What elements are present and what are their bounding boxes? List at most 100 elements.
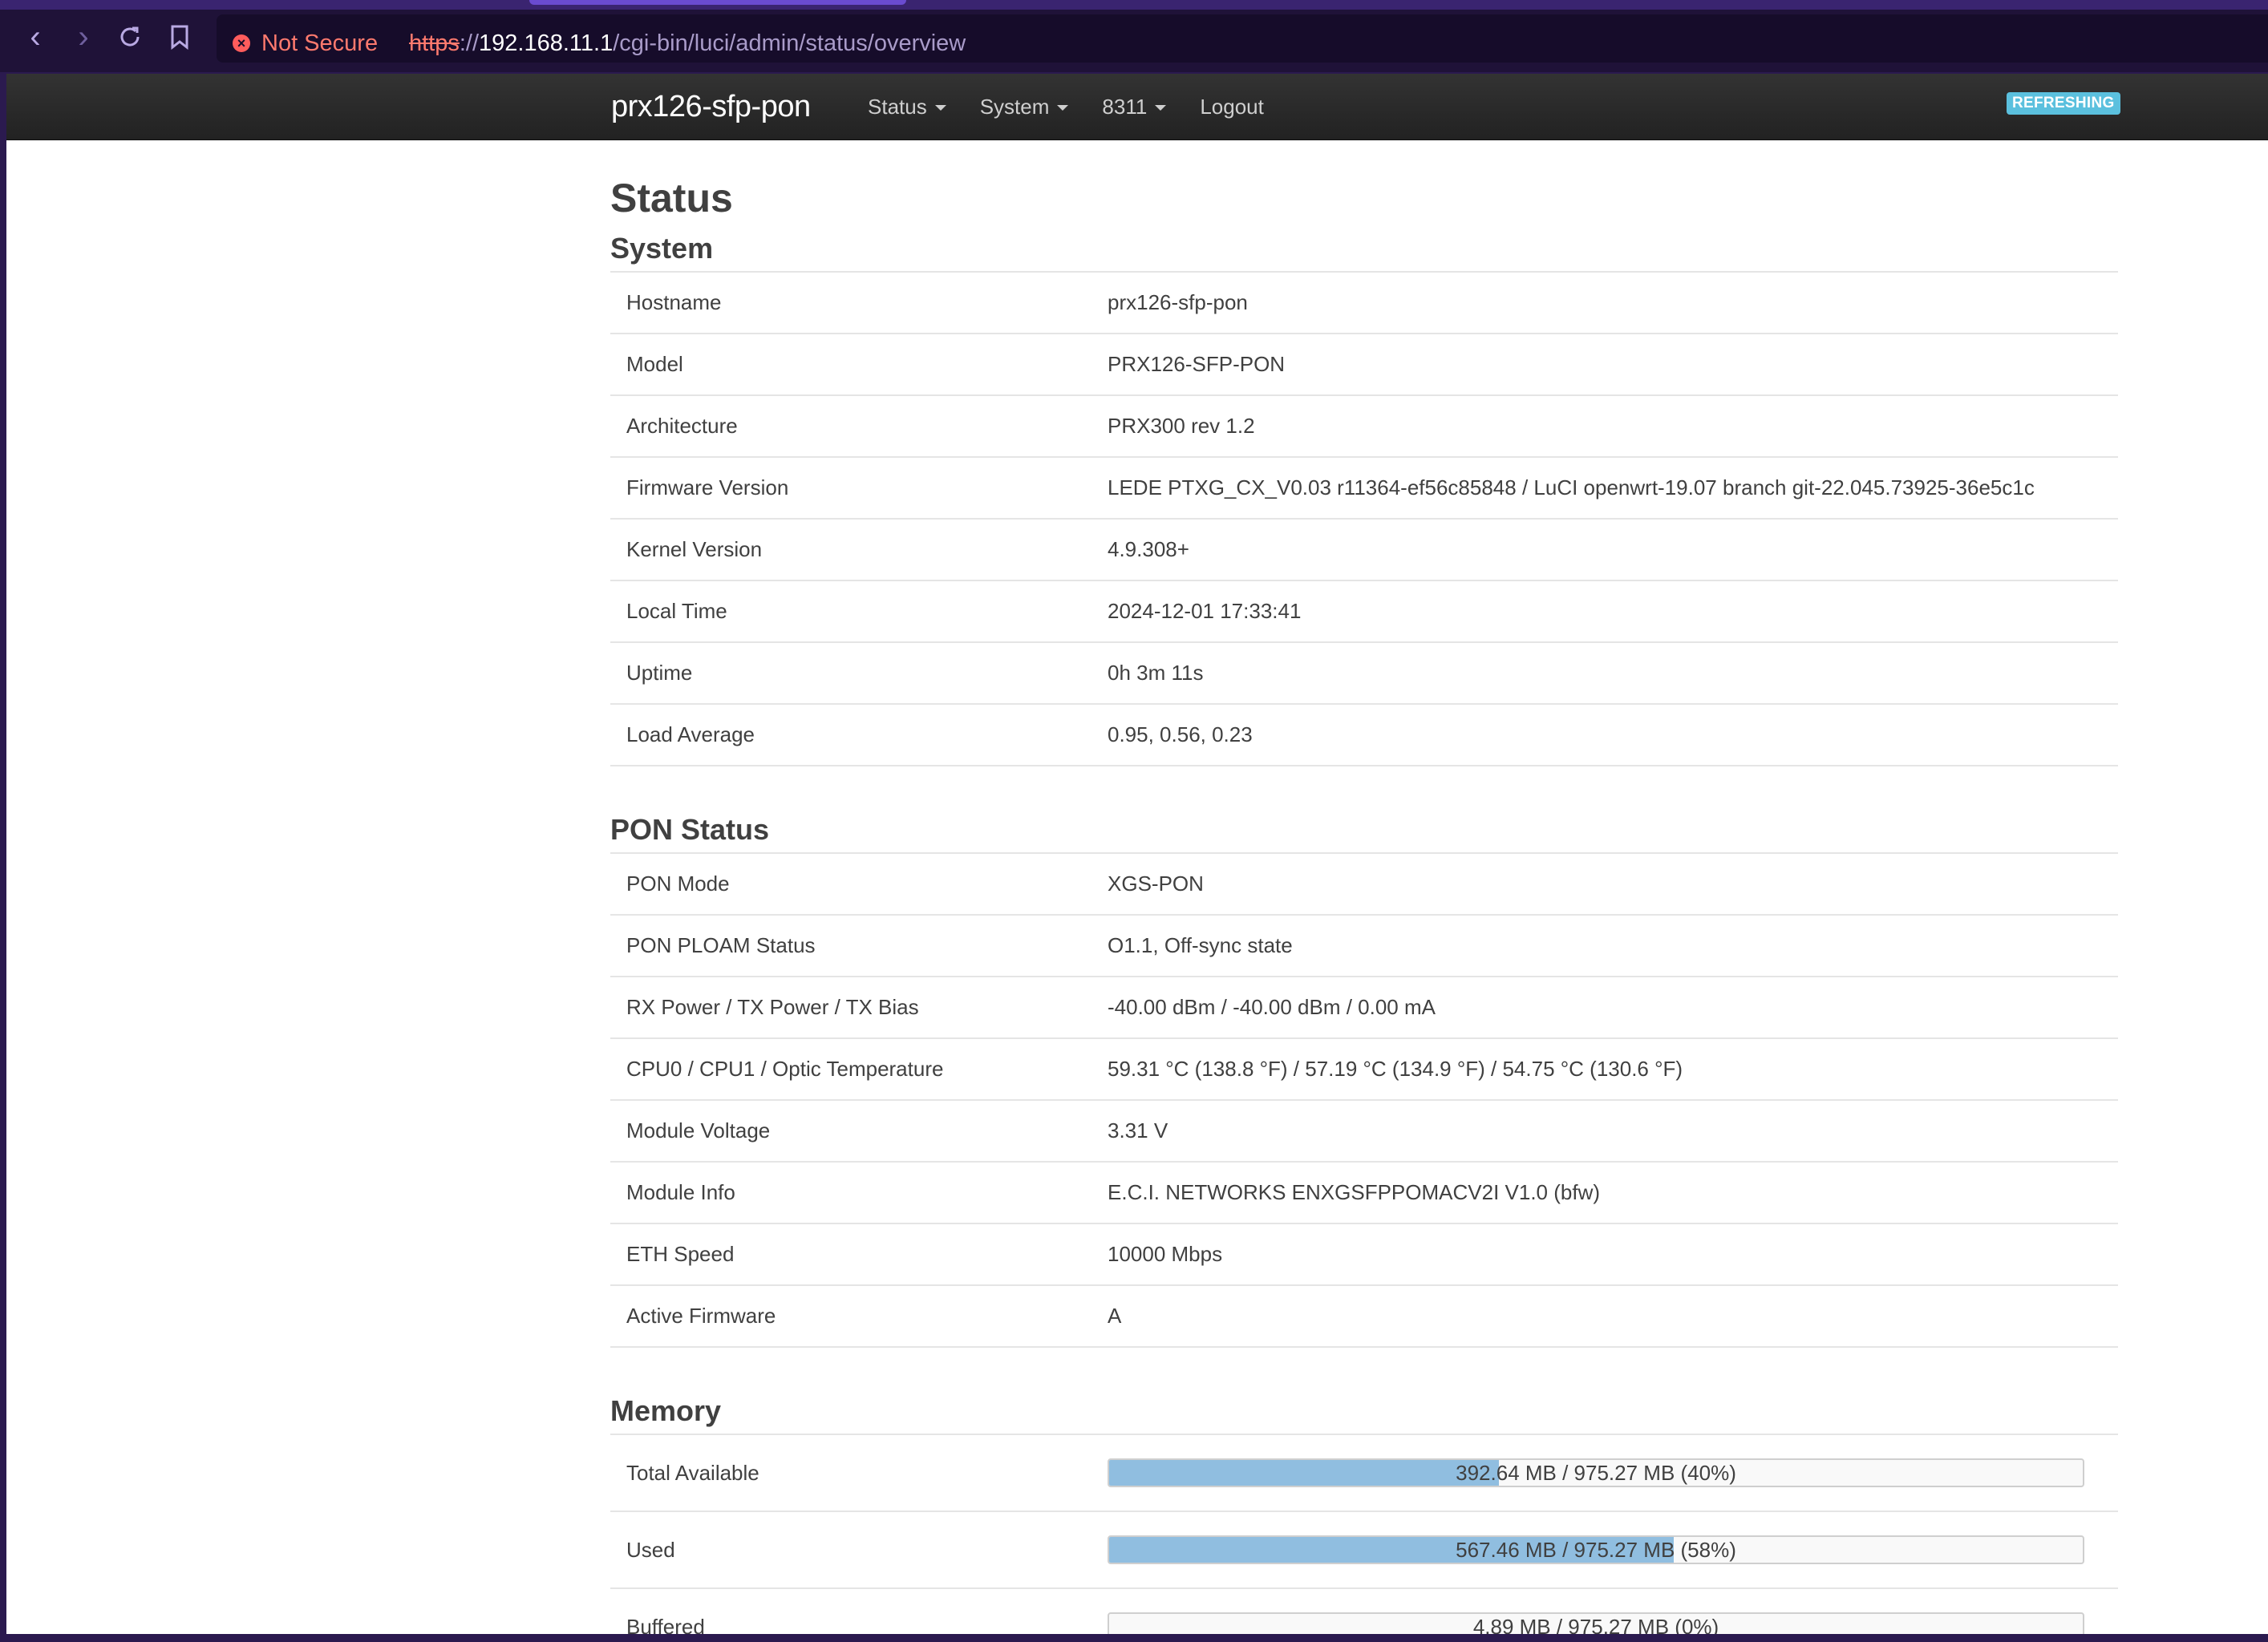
active-tab-indicator[interactable]	[529, 0, 906, 5]
row-value: O1.1, Off-sync state	[1108, 933, 1293, 957]
table-row: PON Mode XGS-PON	[610, 854, 2118, 916]
url-text[interactable]: https://192.168.11.1/cgi-bin/luci/admin/…	[409, 27, 966, 59]
pon-table: PON Mode XGS-PON PON PLOAM Status O1.1, Off…	[610, 854, 2118, 1348]
row-key: Uptime	[626, 661, 693, 685]
menu-status-label: Status	[868, 94, 927, 119]
window-bottom-edge	[0, 1634, 2268, 1642]
row-key: CPU0 / CPU1 / Optic Temperature	[626, 1057, 944, 1081]
table-row: Module Info E.C.I. NETWORKS ENXGSFPPOMACV…	[610, 1163, 2118, 1224]
row-key: Total Available	[626, 1460, 759, 1485]
row-value: 0.95, 0.56, 0.23	[1108, 722, 1253, 746]
menu-8311-label: 8311	[1102, 94, 1148, 119]
table-row: Architecture PRX300 rev 1.2	[610, 396, 2118, 458]
row-key: Architecture	[626, 414, 738, 438]
table-row: Module Voltage 3.31 V	[610, 1101, 2118, 1163]
row-value: 59.31 °C (138.8 °F) / 57.19 °C (134.9 °F…	[1108, 1057, 1683, 1081]
table-row: Active Firmware A	[610, 1286, 2118, 1348]
table-row: PON PLOAM Status O1.1, Off-sync state	[610, 916, 2118, 977]
table-row: Model PRX126-SFP-PON	[610, 334, 2118, 396]
luci-navbar: prx126-sfp-pon Status System 8311 Logout…	[6, 74, 2268, 140]
row-key: Local Time	[626, 599, 727, 623]
row-value: 567.46 MB / 975.27 MB (58%)	[1108, 1535, 2118, 1564]
row-key: Hostname	[626, 290, 722, 314]
refreshing-badge[interactable]: REFRESHING	[2007, 92, 2120, 115]
row-key: PON PLOAM Status	[626, 933, 816, 957]
back-icon[interactable]: ‹	[18, 19, 53, 55]
table-row: Local Time 2024-12-01 17:33:41	[610, 581, 2118, 643]
table-row: Kernel Version 4.9.308+	[610, 520, 2118, 581]
main-content: Status System Hostname prx126-sfp-pon Mode…	[610, 170, 2118, 1634]
table-row: Load Average 0.95, 0.56, 0.23	[610, 705, 2118, 766]
row-key: ETH Speed	[626, 1242, 735, 1266]
row-key: Buffered	[626, 1614, 705, 1635]
row-value: 4.9.308+	[1108, 537, 1189, 561]
reload-icon[interactable]	[112, 19, 148, 55]
table-row: Uptime 0h 3m 11s	[610, 643, 2118, 705]
row-value: PRX126-SFP-PON	[1108, 352, 1286, 376]
row-key: Module Info	[626, 1180, 735, 1204]
url-path: /cgi-bin/luci/admin/status/overview	[613, 30, 966, 56]
memory-section: Memory Total Available 392.64 MB / 975.27…	[610, 1389, 2118, 1634]
memory-progress-text: 392.64 MB / 975.27 MB (40%)	[1456, 1461, 1736, 1485]
row-key: Used	[626, 1537, 675, 1562]
memory-progress-bar: 4.89 MB / 975.27 MB (0%)	[1108, 1612, 2084, 1634]
memory-section-title: Memory	[610, 1389, 2118, 1435]
memory-progress-bar: 392.64 MB / 975.27 MB (40%)	[1108, 1458, 2084, 1487]
row-key: RX Power / TX Power / TX Bias	[626, 995, 919, 1019]
warning-icon: ×	[233, 34, 250, 52]
row-key: PON Mode	[626, 872, 730, 896]
memory-progress-bar: 567.46 MB / 975.27 MB (58%)	[1108, 1535, 2084, 1564]
row-key: Model	[626, 352, 683, 376]
table-row: CPU0 / CPU1 / Optic Temperature 59.31 °C …	[610, 1039, 2118, 1101]
row-value: -40.00 dBm / -40.00 dBm / 0.00 mA	[1108, 995, 1436, 1019]
row-key: Active Firmware	[626, 1304, 776, 1328]
table-row: Total Available 392.64 MB / 975.27 MB (40…	[610, 1435, 2118, 1512]
menu-logout[interactable]: Logout	[1200, 95, 1264, 119]
menu-logout-label: Logout	[1200, 94, 1264, 119]
menu-8311[interactable]: 8311	[1102, 94, 1167, 119]
menu-status[interactable]: Status	[868, 95, 946, 119]
table-row: ETH Speed 10000 Mbps	[610, 1224, 2118, 1286]
pon-section: PON Status PON Mode XGS-PON PON PLOAM Stat…	[610, 807, 2118, 1348]
page-title: Status	[610, 176, 733, 220]
row-value: E.C.I. NETWORKS ENXGSFPPOMACV2I V1.0 (bf…	[1108, 1180, 1601, 1204]
row-value: PRX300 rev 1.2	[1108, 414, 1255, 438]
system-section-title: System	[610, 226, 2118, 273]
row-value: prx126-sfp-pon	[1108, 290, 1248, 314]
chevron-down-icon	[1155, 105, 1167, 111]
row-key: Load Average	[626, 722, 755, 746]
chevron-down-icon	[934, 105, 946, 111]
table-row: Firmware Version LEDE PTXG_CX_V0.03 r1136…	[610, 458, 2118, 520]
row-key: Kernel Version	[626, 537, 763, 561]
table-row: Buffered 4.89 MB / 975.27 MB (0%)	[610, 1589, 2118, 1634]
table-row: Hostname prx126-sfp-pon	[610, 273, 2118, 334]
memory-progress-text: 4.89 MB / 975.27 MB (0%)	[1472, 1615, 1719, 1634]
row-value: 0h 3m 11s	[1108, 661, 1204, 685]
row-value: 2024-12-01 17:33:41	[1108, 599, 1302, 623]
menu-system[interactable]: System	[980, 95, 1069, 119]
row-key: Module Voltage	[626, 1118, 771, 1143]
row-value: 10000 Mbps	[1108, 1242, 1223, 1266]
table-row: RX Power / TX Power / TX Bias -40.00 dBm …	[610, 977, 2118, 1039]
chevron-down-icon	[1057, 105, 1069, 111]
url-scheme: https	[409, 30, 460, 56]
forward-icon[interactable]: ›	[66, 19, 101, 55]
row-key: Firmware Version	[626, 475, 789, 499]
row-value: LEDE PTXG_CX_V0.03 r11364-ef56c85848 / L…	[1108, 475, 2035, 499]
row-value: 392.64 MB / 975.27 MB (40%)	[1108, 1458, 2118, 1487]
row-value: 4.89 MB / 975.27 MB (0%)	[1108, 1612, 2118, 1634]
url-host: 192.168.11.1	[479, 30, 614, 56]
menu-system-label: System	[979, 94, 1050, 119]
page-viewport: prx126-sfp-pon Status System 8311 Logout…	[6, 74, 2268, 1634]
security-indicator[interactable]: × Not Secure	[233, 27, 378, 59]
security-label: Not Secure	[261, 30, 379, 56]
row-value: 3.31 V	[1108, 1118, 1168, 1143]
pon-section-title: PON Status	[610, 807, 2118, 854]
url-separator: ://	[459, 30, 480, 56]
system-table: Hostname prx126-sfp-pon Model PRX126-SFP-PO…	[610, 273, 2118, 766]
bookmark-icon[interactable]	[162, 19, 197, 55]
row-value: A	[1108, 1304, 1122, 1328]
brand-link[interactable]: prx126-sfp-pon	[611, 87, 811, 127]
row-value: XGS-PON	[1108, 872, 1204, 896]
table-row: Used 567.46 MB / 975.27 MB (58%)	[610, 1512, 2118, 1589]
